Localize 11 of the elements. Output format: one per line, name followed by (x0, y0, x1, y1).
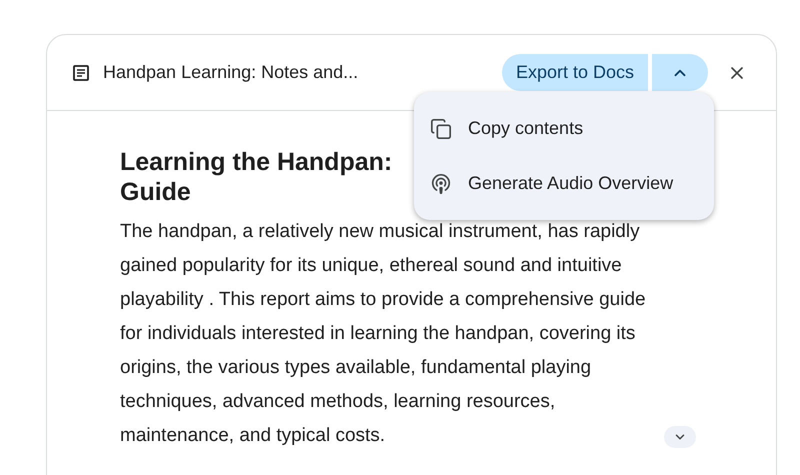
report-heading: Guide (120, 177, 191, 207)
menu-item[interactable]: Copy contents (414, 109, 714, 148)
note-title: Handpan Learning: Notes and... (103, 61, 358, 84)
report-text: The handpan, a relatively new musical instrument, has rapidly gained popularity for its unique, ethereal sound and intuitive playability . This report aims to provide a comprehensive guide for individuals interested in learning the handpan, covering its origins, the various types available, fundamental playing techniques, advanced methods, learning resources, maintenance, and typical costs. (120, 220, 647, 448)
expand-button[interactable] (664, 426, 696, 448)
note-icon (72, 64, 90, 82)
podcast-icon (430, 172, 452, 194)
menu-item[interactable]: Generate Audio Overview (414, 164, 714, 203)
copy-icon (430, 118, 452, 140)
report-heading: Learning the Handpan: (120, 147, 392, 177)
export-button[interactable]: Export to Docs (502, 54, 648, 91)
